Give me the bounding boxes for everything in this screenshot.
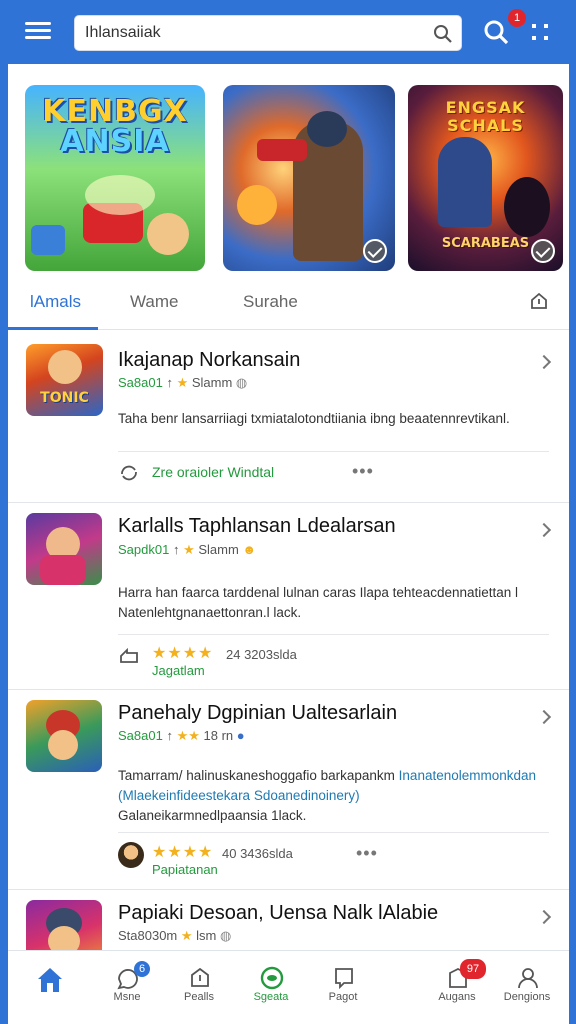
share-icon[interactable] — [528, 290, 550, 312]
tab-surahe[interactable]: Surahe — [243, 292, 298, 312]
card-meta: Sta8030m ★ lsm ◍ — [118, 928, 232, 943]
list-item[interactable]: Panehaly Dgpinian Ualtesarlain Sa8a01 ↑ … — [8, 690, 569, 890]
chevron-right-icon[interactable] — [536, 522, 552, 538]
nav-label: Pagot — [328, 991, 358, 1003]
verified-icon — [363, 239, 387, 263]
card-title: Panehaly Dgpinian Ualtesarlain — [118, 702, 398, 724]
nav-dengions[interactable]: Dengions — [492, 951, 562, 1024]
notification-badge[interactable]: 1 — [508, 9, 526, 27]
featured-banner-1[interactable]: KENBGX ANSIA — [25, 85, 205, 271]
warrior-figure — [438, 137, 492, 227]
app-frame: 1 KENBGXANSIA ENGSAKSCHALS SCARABEAS lA — [8, 0, 569, 1024]
search-input[interactable] — [85, 16, 425, 50]
nav-badge: 97 — [460, 959, 486, 979]
card-meta: Sa8a01 ↑ ★ Slamm ◍ — [118, 375, 248, 390]
game-thumbnail — [26, 700, 102, 772]
character-figure — [147, 213, 189, 255]
bottom-navigation: 6 Msne Pealls Sgeata Pagot 97 Augans Den… — [8, 950, 569, 1024]
grid-icon[interactable] — [530, 22, 552, 44]
blaster — [257, 139, 307, 161]
share-icon[interactable] — [118, 645, 140, 667]
banner-title: ENGSAK SCHALS — [445, 98, 526, 135]
divider — [118, 634, 549, 635]
card-title: Papiaki Desoan, Uensa Nalk lAlabie — [118, 902, 439, 924]
verified-icon — [531, 239, 555, 263]
profile-icon — [518, 968, 538, 989]
search-icon[interactable] — [433, 24, 453, 44]
nav-pagot[interactable]: Pagot — [308, 951, 378, 1024]
card-description: Harra han faarca tarddenal lulnan caras … — [118, 585, 519, 620]
card-meta: Sa8a01 ↑ ★★ 18 rn ● — [118, 728, 245, 743]
card-meta: Sapdk01 ↑ ★ Slamm ☻ — [118, 542, 257, 557]
card-description: Taha benr lansarriiagi txmiatalotondtiia… — [118, 411, 510, 426]
featured-banner-3[interactable]: ENGSAK SCHALS SCARABEAS — [408, 85, 563, 271]
more-icon[interactable]: ••• — [352, 461, 374, 482]
featured-banner-2[interactable] — [223, 85, 395, 271]
nav-augans[interactable]: 97 Augans — [422, 951, 492, 1024]
path — [85, 175, 155, 215]
repost-icon[interactable] — [118, 462, 140, 484]
divider — [118, 832, 549, 833]
helmet — [307, 111, 347, 147]
nav-label: Pealls — [184, 991, 214, 1003]
villain-figure — [504, 177, 550, 237]
avatar[interactable] — [118, 842, 144, 868]
search-box[interactable] — [74, 15, 462, 51]
rating-count: 40 3436slda — [222, 846, 293, 861]
card-footer-text: Papiatanan — [152, 862, 218, 877]
nav-label: Augans — [438, 991, 476, 1003]
nav-label: Sgeata — [253, 991, 289, 1003]
rating-stars: ★★★★ — [152, 645, 214, 662]
card-footer-text: Zre oraioler Windtal — [152, 464, 275, 480]
card-title: Ikajanap Norkansain — [118, 349, 301, 371]
tab-bar: lAmals Wame Surahe — [8, 280, 569, 330]
banner-title: KENBGX ANSIA — [42, 94, 188, 159]
nav-msne[interactable]: 6 Msne — [92, 951, 162, 1024]
card-title: Karlalls Taphlansan Ldealarsan — [118, 515, 396, 537]
rating-count: 24 3203slda — [226, 647, 297, 662]
more-icon[interactable]: ••• — [356, 843, 378, 864]
top-bar: 1 — [8, 0, 569, 64]
list-item[interactable]: Karlalls Taphlansan Ldealarsan Sapdk01 ↑… — [8, 503, 569, 690]
tab-indicator — [8, 327, 98, 330]
featured-carousel: KENBGX ANSIA ENGSAK SCHALS SCARABEAS — [25, 85, 563, 271]
home-icon — [38, 968, 62, 992]
nav-pealls[interactable]: Pealls — [164, 951, 234, 1024]
card-description: Tamarram/ halinuskaneshoggafio barkapank… — [118, 768, 537, 823]
rating-stars: ★★★★ — [152, 844, 214, 861]
nav-label: Msne — [113, 991, 141, 1003]
nav-home[interactable] — [13, 951, 83, 1024]
game-thumbnail — [26, 513, 102, 585]
card-footer-text: Jagatlam — [152, 663, 205, 678]
nav-sgeata[interactable]: Sgeata — [236, 951, 306, 1024]
explosion — [237, 185, 277, 225]
robot-figure — [31, 225, 65, 255]
chevron-right-icon[interactable] — [536, 909, 552, 925]
nav-badge: 6 — [134, 961, 150, 977]
nav-label: Dengions — [503, 991, 551, 1003]
menu-icon[interactable] — [20, 18, 56, 48]
bell-icon — [191, 967, 209, 987]
list-item[interactable]: TONIC Ikajanap Norkansain Sa8a01 ↑ ★ Sla… — [8, 331, 569, 503]
game-thumbnail: TONIC — [26, 344, 103, 416]
discover-icon — [260, 966, 284, 990]
thumb-label: TONIC — [40, 390, 89, 406]
chevron-right-icon[interactable] — [536, 354, 552, 370]
list-item[interactable]: Papiaki Desoan, Uensa Nalk lAlabie Sta80… — [8, 890, 569, 972]
chevron-right-icon[interactable] — [536, 709, 552, 725]
tag-icon — [335, 968, 353, 990]
tab-wame[interactable]: Wame — [130, 292, 179, 312]
search-icon[interactable] — [482, 18, 510, 46]
tab-amals[interactable]: lAmals — [30, 292, 81, 312]
divider — [118, 451, 549, 452]
